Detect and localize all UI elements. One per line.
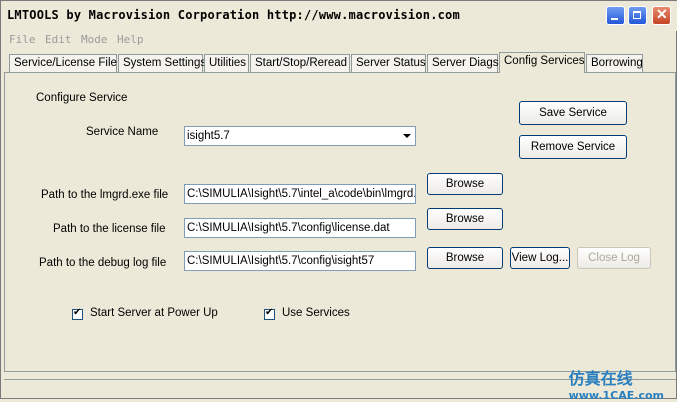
service-name-value: isight5.7 <box>187 130 230 142</box>
menu-edit[interactable]: Edit <box>45 33 72 46</box>
watermark-line2: www.1CAE.com <box>568 389 664 402</box>
title-bar: LMTOOLS by Macrovision Corporation http:… <box>1 1 677 31</box>
configure-service-heading: Configure Service <box>36 92 128 104</box>
remove-service-button[interactable]: Remove Service <box>519 135 627 159</box>
lmtools-window: LMTOOLS by Macrovision Corporation http:… <box>0 0 677 402</box>
watermark-logo: 仿真在线 www.1CAE.com <box>569 365 664 402</box>
tab-system-settings[interactable]: System Settings <box>118 54 206 72</box>
watermark-line1: 仿真在线 <box>568 369 633 388</box>
tab-server-status[interactable]: Server Status <box>351 54 426 72</box>
menu-file[interactable]: File <box>9 33 36 46</box>
lmgrd-path-label: Path to the lmgrd.exe file <box>41 189 169 201</box>
start-at-powerup-checkbox[interactable] <box>72 307 83 320</box>
license-path-label: Path to the license file <box>53 223 166 235</box>
use-services-label: Use Services <box>282 307 350 319</box>
tab-service-license-file[interactable]: Service/License File <box>9 54 117 72</box>
chevron-down-icon[interactable] <box>399 128 414 144</box>
maximize-button[interactable] <box>628 6 647 25</box>
start-at-powerup-label: Start Server at Power Up <box>90 307 218 319</box>
browse-debug-log-button[interactable]: Browse <box>427 247 503 269</box>
license-path-input[interactable]: C:\SIMULIA\Isight\5.7\config\license.dat <box>184 218 416 238</box>
tab-borrowing[interactable]: Borrowing <box>586 54 643 72</box>
minimize-icon <box>611 18 618 20</box>
debug-log-path-label: Path to the debug log file <box>39 257 167 269</box>
close-button[interactable]: ✕ <box>652 6 671 25</box>
save-service-button[interactable]: Save Service <box>519 101 627 125</box>
tab-config-services[interactable]: Config Services <box>499 52 585 73</box>
service-name-dropdown[interactable]: isight5.7 <box>184 126 416 146</box>
menu-help[interactable]: Help <box>117 33 144 46</box>
close-log-button[interactable]: Close Log <box>577 247 651 269</box>
browse-license-button[interactable]: Browse <box>427 208 503 230</box>
tab-start-stop-reread[interactable]: Start/Stop/Reread <box>250 54 350 72</box>
maximize-icon <box>633 11 641 19</box>
tab-server-diags[interactable]: Server Diags <box>427 54 498 72</box>
use-services-checkbox[interactable] <box>264 307 275 320</box>
menu-bar: File Edit Mode Help <box>1 33 677 49</box>
view-log-button[interactable]: View Log... <box>510 247 570 269</box>
minimize-button[interactable] <box>606 6 625 25</box>
menu-mode[interactable]: Mode <box>81 33 108 46</box>
tab-utilities[interactable]: Utilities <box>204 54 249 72</box>
window-title: LMTOOLS by Macrovision Corporation http:… <box>7 8 460 22</box>
config-services-panel: Configure Service Service Name isight5.7… <box>4 72 676 372</box>
close-icon: ✕ <box>656 6 668 22</box>
debug-log-path-input[interactable]: C:\SIMULIA\Isight\5.7\config\isight57 <box>184 251 416 271</box>
service-name-label: Service Name <box>86 126 159 138</box>
lmgrd-path-input[interactable]: C:\SIMULIA\Isight\5.7\intel_a\code\bin\l… <box>184 184 416 204</box>
browse-lmgrd-button[interactable]: Browse <box>427 173 503 195</box>
